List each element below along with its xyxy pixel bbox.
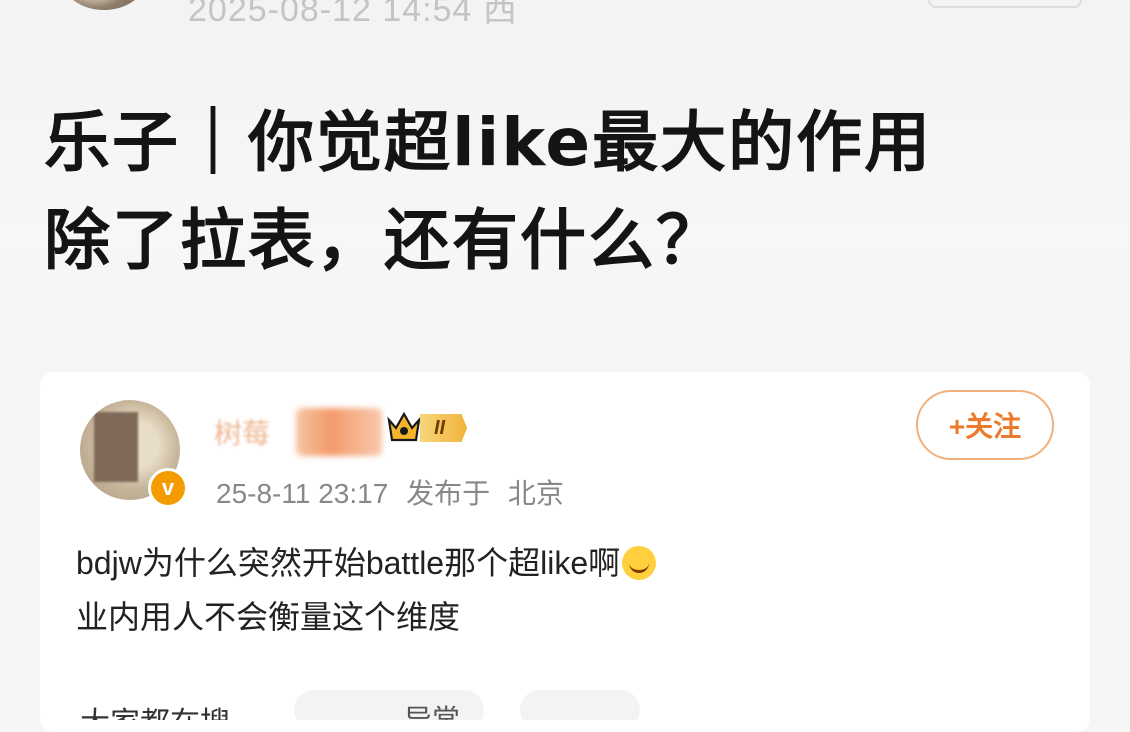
follow-button[interactable]: +关注: [916, 390, 1054, 460]
comment-line-1: bdjw为什么突然开始battle那个超like啊: [76, 536, 1056, 590]
post-date: 2025-08-12 14:54: [188, 0, 473, 29]
post-title-area: 乐子｜你觉超like最大的作用 除了拉表，还有什么？: [0, 30, 1130, 370]
level-badge: II: [420, 414, 468, 442]
author-avatar[interactable]: [60, 0, 148, 10]
trending-bar-partial: 大家都在搜 异常: [80, 690, 1080, 720]
comment-text-1: bdjw为什么突然开始battle那个超like啊: [76, 545, 621, 581]
comment-location: 北京: [507, 478, 564, 509]
crown-icon: [387, 411, 421, 442]
post-header-partial: 2025-08-12 14:54 西: [0, 0, 1130, 30]
laugh-cry-emoji-icon: [622, 546, 657, 580]
location-prefix: 发布于: [406, 478, 491, 509]
trending-tag-1[interactable]: 异常: [294, 690, 484, 720]
post-title-line-1: 乐子｜你觉超like最大的作用: [44, 104, 933, 181]
trending-tag-1-label: 异常: [404, 704, 461, 720]
avatar-mosaic: [94, 412, 138, 482]
comment-line-2: 业内用人不会衡量这个维度: [76, 599, 461, 635]
comment-time: 25-8-11 23:17: [216, 478, 389, 509]
post-region: 西: [482, 0, 518, 29]
verified-badge-icon: v: [148, 468, 188, 508]
header-action-button[interactable]: [928, 0, 1082, 8]
commenter-username[interactable]: 树莓: [214, 412, 270, 452]
comment-body: bdjw为什么突然开始battle那个超like啊 业内用人不会衡量这个维度: [76, 536, 1056, 644]
post-title-line-2: 除了拉表，还有什么？: [44, 202, 724, 279]
comment-card: v 树莓 II 25-8-11 23:17 发布于 北京 +关注 bdjw为什么…: [40, 372, 1090, 732]
post-title: 乐子｜你觉超like最大的作用 除了拉表，还有什么？: [44, 94, 1094, 290]
username-blur: [296, 408, 382, 456]
comment-meta: 25-8-11 23:17 发布于 北京: [216, 472, 574, 512]
trending-label: 大家都在搜: [80, 698, 230, 720]
trending-tag-2[interactable]: [520, 690, 640, 720]
post-meta: 2025-08-12 14:54 西: [188, 0, 518, 30]
